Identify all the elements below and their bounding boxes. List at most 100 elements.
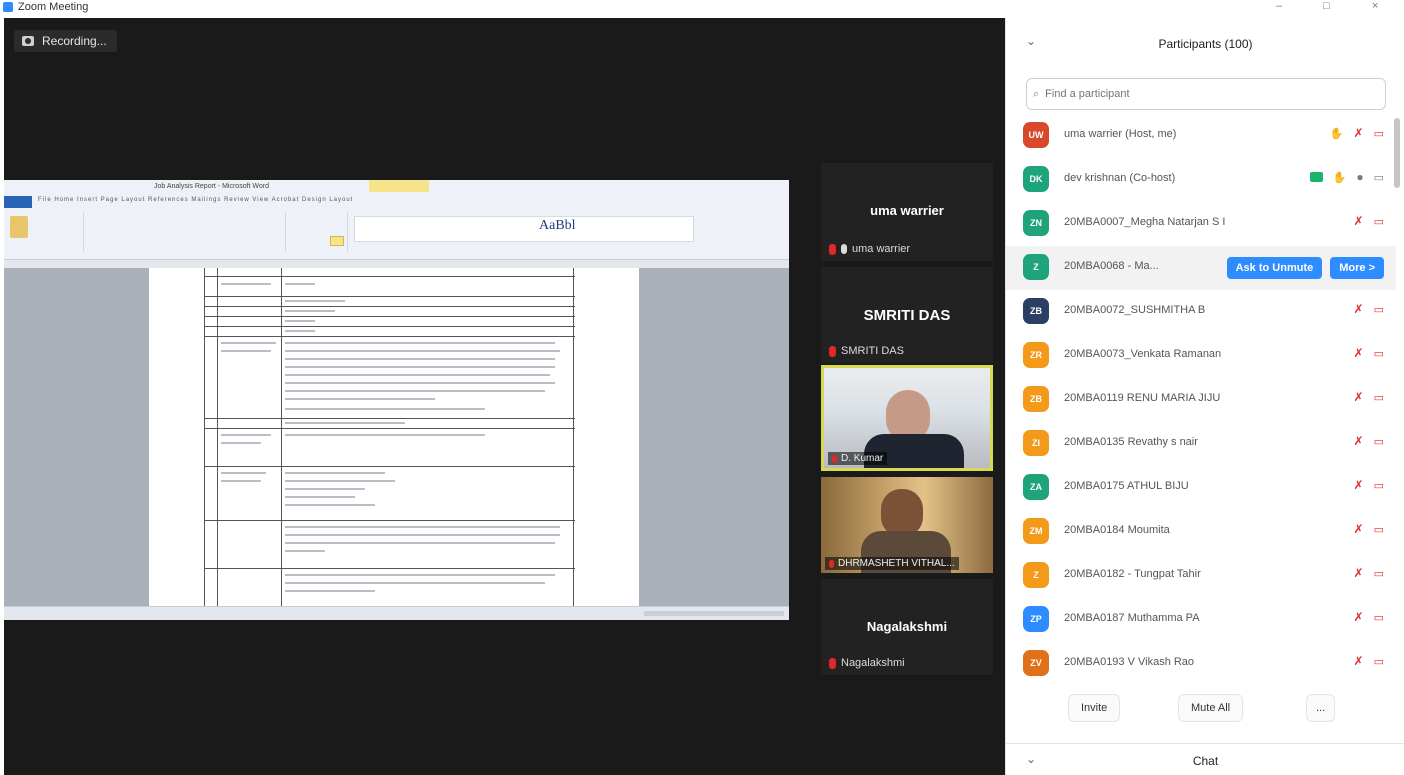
participants-footer: Invite Mute All ... bbox=[1006, 690, 1404, 730]
participant-face bbox=[881, 489, 923, 537]
video-off-icon[interactable]: ▭ bbox=[1374, 215, 1384, 228]
tile-display-name: Nagalakshmi bbox=[866, 619, 948, 634]
participant-name: 20MBA0072_SUSHMITHA B bbox=[1064, 304, 1206, 316]
mic-muted-icon[interactable]: ✗ bbox=[1354, 478, 1364, 492]
participant-row[interactable]: ZB 20MBA0072_SUSHMITHA B ✗ ▭ bbox=[1006, 290, 1396, 334]
text-line bbox=[285, 358, 555, 360]
participant-hover-actions: Ask to Unmute More > bbox=[1226, 257, 1384, 279]
participant-video[interactable]: DHRMASHETH VITHAL... bbox=[821, 477, 993, 573]
table-row bbox=[205, 276, 575, 277]
video-tile[interactable]: uma warrier uma warrier bbox=[821, 163, 993, 261]
participant-row[interactable]: DK dev krishnan (Co-host) ✋ ● ▭ bbox=[1006, 158, 1396, 202]
participant-row[interactable]: ZM 20MBA0184 Moumita ✗ ▭ bbox=[1006, 510, 1396, 554]
participant-row[interactable]: ZV 20MBA0193 V Vikash Rao ✗ ▭ bbox=[1006, 642, 1396, 679]
screen-share-icon bbox=[1309, 172, 1323, 182]
participant-row-hovered[interactable]: Z 20MBA0068 - Ma... Ask to Unmute More > bbox=[1006, 246, 1396, 290]
table-row bbox=[205, 326, 575, 327]
ask-to-unmute-button[interactable]: Ask to Unmute bbox=[1226, 257, 1323, 279]
text-line bbox=[285, 488, 365, 490]
word-ribbon: Job Analysis Report - Microsoft Word Fil… bbox=[4, 180, 789, 260]
tile-name: uma warrier bbox=[852, 243, 911, 255]
video-icon[interactable]: ▭ bbox=[1374, 171, 1384, 184]
participant-row[interactable]: ZA 20MBA0175 ATHUL BIJU ✗ ▭ bbox=[1006, 466, 1396, 510]
participant-row[interactable]: ZR 20MBA0073_Venkata Ramanan ✗ ▭ bbox=[1006, 334, 1396, 378]
close-button[interactable]: × bbox=[1372, 0, 1378, 12]
participant-search-input[interactable] bbox=[1045, 88, 1366, 100]
word-ruler bbox=[4, 260, 789, 268]
mic-muted-icon bbox=[829, 243, 836, 255]
avatar: ZR bbox=[1023, 342, 1049, 368]
participant-row[interactable]: ZN 20MBA0007_Megha Natarjan S I ✗ ▭ bbox=[1006, 202, 1396, 246]
video-off-icon[interactable]: ▭ bbox=[1374, 655, 1384, 668]
mute-all-button[interactable]: Mute All bbox=[1178, 694, 1244, 722]
video-off-icon[interactable]: ▭ bbox=[1374, 479, 1384, 492]
participant-name: 20MBA0184 Moumita bbox=[1064, 524, 1170, 536]
more-participant-options-button[interactable]: ... bbox=[1306, 694, 1336, 722]
mic-muted-icon[interactable]: ✗ bbox=[1354, 214, 1364, 228]
more-options-button[interactable]: More > bbox=[1330, 257, 1384, 279]
text-line bbox=[285, 366, 555, 368]
participant-list-scrollbar[interactable] bbox=[1394, 118, 1400, 188]
active-speaker-video[interactable]: D. Kumar bbox=[821, 365, 993, 471]
mic-muted-icon[interactable]: ✗ bbox=[1354, 566, 1364, 580]
participant-name: 20MBA0175 ATHUL BIJU bbox=[1064, 480, 1189, 492]
text-line bbox=[221, 480, 261, 482]
video-tile[interactable]: Nagalakshmi Nagalakshmi bbox=[821, 579, 993, 675]
recording-icon bbox=[22, 36, 34, 46]
text-line bbox=[221, 442, 261, 444]
mic-muted-icon[interactable]: ✗ bbox=[1354, 434, 1364, 448]
maximize-button[interactable]: □ bbox=[1323, 0, 1330, 12]
table-row bbox=[205, 466, 575, 467]
minimize-button[interactable]: – bbox=[1276, 0, 1282, 12]
avatar: ZP bbox=[1023, 606, 1049, 632]
participant-name: 20MBA0119 RENU MARIA JIJU bbox=[1064, 392, 1221, 404]
mic-muted-icon[interactable]: ✗ bbox=[1354, 522, 1364, 536]
participant-status-icons: ✗ ▭ bbox=[1354, 610, 1384, 624]
video-off-icon[interactable]: ▭ bbox=[1374, 523, 1384, 536]
text-line bbox=[221, 283, 271, 285]
mic-muted-icon[interactable]: ✗ bbox=[1354, 126, 1364, 140]
video-off-icon[interactable]: ▭ bbox=[1374, 127, 1384, 140]
participant-row[interactable]: ZB 20MBA0119 RENU MARIA JIJU ✗ ▭ bbox=[1006, 378, 1396, 422]
tile-name: Nagalakshmi bbox=[841, 657, 905, 669]
meeting-area: Recording... Job Analysis Report - Micro… bbox=[4, 18, 1005, 775]
video-tile[interactable]: SMRITI DAS SMRITI DAS bbox=[821, 267, 993, 363]
participants-panel: ⌄ Participants (100) ⌕ UW uma warrier (H… bbox=[1005, 18, 1404, 775]
participant-search[interactable]: ⌕ bbox=[1026, 78, 1386, 110]
mic-muted-icon[interactable]: ✗ bbox=[1354, 390, 1364, 404]
video-off-icon[interactable]: ▭ bbox=[1374, 611, 1384, 624]
mic-muted-icon[interactable]: ✗ bbox=[1354, 346, 1364, 360]
text-line bbox=[285, 300, 345, 302]
mic-muted-icon[interactable]: ✗ bbox=[1354, 302, 1364, 316]
text-line bbox=[285, 330, 315, 332]
avatar: ZM bbox=[1023, 518, 1049, 544]
video-off-icon[interactable]: ▭ bbox=[1374, 391, 1384, 404]
tile-name: D. Kumar bbox=[841, 453, 884, 464]
table-row bbox=[205, 520, 575, 521]
text-line bbox=[285, 574, 555, 576]
recording-indicator[interactable]: Recording... bbox=[14, 30, 117, 52]
participant-status-icons: ✗ ▭ bbox=[1354, 566, 1384, 580]
text-line bbox=[285, 398, 435, 400]
participant-list: UW uma warrier (Host, me) ✋ ✗ ▭ DK dev k… bbox=[1006, 114, 1396, 679]
participant-row[interactable]: UW uma warrier (Host, me) ✋ ✗ ▭ bbox=[1006, 114, 1396, 158]
mic-muted-icon bbox=[829, 559, 834, 568]
video-off-icon[interactable]: ▭ bbox=[1374, 567, 1384, 580]
video-off-icon[interactable]: ▭ bbox=[1374, 303, 1384, 316]
text-line bbox=[285, 534, 560, 536]
avatar: UW bbox=[1023, 122, 1049, 148]
mic-muted-icon[interactable]: ✗ bbox=[1354, 610, 1364, 624]
invite-button[interactable]: Invite bbox=[1068, 694, 1121, 722]
participant-row[interactable]: ZP 20MBA0187 Muthamma PA ✗ ▭ bbox=[1006, 598, 1396, 642]
zoom-logo-icon bbox=[3, 2, 13, 12]
participant-row[interactable]: ZI 20MBA0135 Revathy s nair ✗ ▭ bbox=[1006, 422, 1396, 466]
video-off-icon[interactable]: ▭ bbox=[1374, 347, 1384, 360]
participant-row[interactable]: Z 20MBA0182 - Tungpat Tahir ✗ ▭ bbox=[1006, 554, 1396, 598]
participant-status-icons: ✗ ▭ bbox=[1354, 214, 1384, 228]
mic-muted-icon[interactable]: ✗ bbox=[1354, 654, 1364, 668]
styles-gallery bbox=[354, 216, 694, 242]
chat-header[interactable]: ⌄ Chat bbox=[1006, 743, 1404, 775]
mic-icon[interactable]: ● bbox=[1356, 170, 1363, 184]
video-off-icon[interactable]: ▭ bbox=[1374, 435, 1384, 448]
text-line bbox=[285, 374, 550, 376]
